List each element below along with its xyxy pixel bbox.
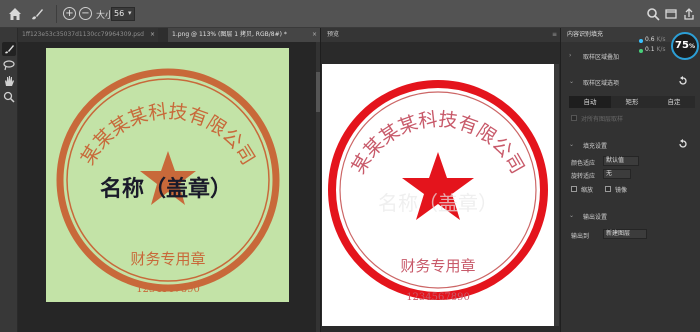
document-tabs: 1ff123e53c35037d1130cc79964309.psd × 1.p… <box>18 28 320 42</box>
download-dot-icon <box>639 49 643 53</box>
home-icon[interactable] <box>6 5 24 23</box>
chevron-right-icon[interactable]: › <box>569 52 571 59</box>
performance-gauge[interactable]: 75% <box>671 32 699 60</box>
output-to-select[interactable]: 新建图层 <box>603 229 647 239</box>
chevron-down-icon[interactable]: ▾ <box>128 9 132 17</box>
close-icon[interactable]: × <box>150 28 155 42</box>
zoom-icon[interactable] <box>2 90 16 104</box>
sampling-mode-segmented: 自动 矩形 自定 <box>569 96 695 108</box>
zoom-in-icon[interactable]: + <box>63 7 76 20</box>
rotate-adapt-label: 旋转适应 <box>571 173 596 180</box>
preview-overlay-ghost: 名称（盖章） <box>378 191 498 215</box>
rotate-adapt-select[interactable]: 无 <box>603 169 631 179</box>
output-to-label: 输出到 <box>571 233 590 240</box>
preview-number-text: 1234567890 <box>406 292 470 303</box>
preview-scrollbar[interactable] <box>554 64 559 326</box>
brush-tool-icon[interactable] <box>2 42 16 56</box>
scale-checkbox[interactable] <box>571 186 577 192</box>
toolbar <box>0 28 18 332</box>
preview-panel: 预览 ≡ 某某某某科技有限公司 名称（盖章） 财务专用章 1234567890 <box>320 28 561 332</box>
sampling-options-label: 取样区域选项 <box>583 80 620 87</box>
chevron-down-icon[interactable]: ⌄ <box>569 212 574 219</box>
preview-image[interactable]: 某某某某科技有限公司 名称（盖章） 财务专用章 1234567890 <box>322 64 554 326</box>
zoom-out-icon[interactable]: − <box>79 7 92 20</box>
tab-label: 1ff123e53c35037d1130cc79964309.psd <box>22 31 144 38</box>
upload-dot-icon <box>639 39 643 43</box>
seal-number-text: 1234567890 <box>136 284 200 295</box>
options-bar: + − 大小 56 ▾ <box>0 0 700 28</box>
photoshop-window: + − 大小 56 ▾ 1ff123e53c35037d1130cc799643… <box>0 0 700 332</box>
share-icon[interactable] <box>681 6 697 22</box>
scale-label: 缩放 <box>581 187 594 194</box>
sample-all-layers-checkbox[interactable] <box>571 115 577 121</box>
menu-icon[interactable]: ≡ <box>552 28 557 42</box>
sample-all-layers-label: 对所有图层取样 <box>581 116 624 123</box>
tab-png[interactable]: 1.png @ 113% (图层 1 拷贝, RGB/8#) * × <box>168 28 320 42</box>
fill-settings-label: 填充设置 <box>583 143 608 150</box>
download-speed: 0.1 K/s <box>645 46 666 53</box>
content-aware-fill-panel: 内容识别填充 › 取样区域叠加 ⌄ 取样区域选项 自动 矩形 自定 对所有图层取… <box>560 28 700 332</box>
mirror-label: 镜像 <box>615 187 628 194</box>
chevron-down-icon[interactable]: ⌄ <box>569 141 574 148</box>
seal-image: 某某某某科技有限公司 名称（盖章） 财务专用章 1234567890 <box>56 68 280 295</box>
reset-icon[interactable] <box>678 76 688 86</box>
preview-seal: 某某某某科技有限公司 名称（盖章） 财务专用章 1234567890 <box>328 80 548 303</box>
divider <box>56 5 57 23</box>
tab-label: 1.png @ 113% (图层 1 拷贝, RGB/8#) * <box>172 31 287 38</box>
reset-icon[interactable] <box>678 139 688 149</box>
search-icon[interactable] <box>645 6 661 22</box>
mode-custom-button[interactable]: 自定 <box>653 96 695 108</box>
close-icon[interactable]: × <box>312 28 317 42</box>
document-canvas[interactable]: 某某某某科技有限公司 名称（盖章） 财务专用章 1234567890 <box>46 48 289 302</box>
seal-overlay-text: 名称（盖章） <box>100 176 232 202</box>
preview-dept-text: 财务专用章 <box>400 257 475 275</box>
chevron-down-icon[interactable]: ⌄ <box>569 78 574 85</box>
preview-header: 预览 ≡ <box>321 28 561 42</box>
mode-auto-button[interactable]: 自动 <box>569 96 611 108</box>
preview-title: 预览 <box>327 31 340 38</box>
mode-rect-button[interactable]: 矩形 <box>611 96 653 108</box>
color-adapt-label: 颜色适应 <box>571 160 596 167</box>
upload-speed: 0.6 K/s <box>645 36 666 43</box>
window-icon[interactable] <box>663 6 679 22</box>
brush-icon[interactable] <box>28 5 46 23</box>
tab-psd[interactable]: 1ff123e53c35037d1130cc79964309.psd × <box>18 28 158 42</box>
color-adapt-select[interactable]: 默认值 <box>603 156 639 166</box>
seal-dept-text: 财务专用章 <box>130 250 205 268</box>
mirror-checkbox[interactable] <box>605 186 611 192</box>
hand-icon[interactable] <box>2 74 16 88</box>
output-settings-label: 输出设置 <box>583 214 608 221</box>
lasso-icon[interactable] <box>2 58 16 72</box>
